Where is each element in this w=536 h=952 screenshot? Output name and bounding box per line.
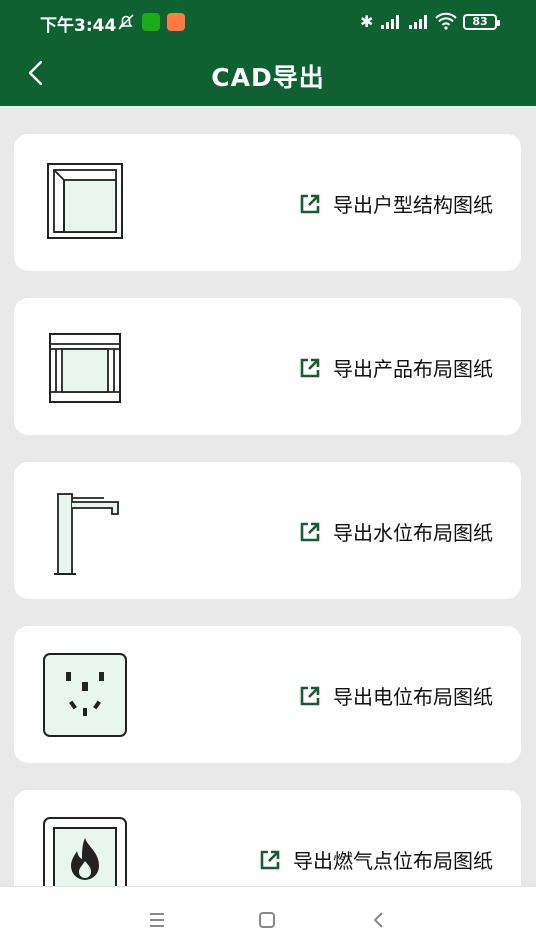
export-action[interactable]: 导出产品布局图纸 — [299, 353, 493, 382]
external-link-icon — [300, 358, 320, 377]
export-card-product[interactable]: 导出产品布局图纸 — [14, 298, 521, 435]
status-time: 下午3:44 — [40, 16, 117, 36]
signal-icon — [381, 15, 399, 29]
power-socket-icon — [43, 653, 127, 737]
export-card-water[interactable]: 导出水位布局图纸 — [14, 462, 521, 599]
app-header: CAD导出 — [0, 44, 536, 106]
export-label: 导出产品布局图纸 — [333, 357, 493, 381]
export-action[interactable]: 导出水位布局图纸 — [299, 517, 493, 546]
export-label: 导出户型结构图纸 — [333, 193, 493, 217]
app-notification-icon — [167, 13, 185, 31]
battery-icon: 83 — [463, 14, 500, 30]
export-card-gas[interactable]: 导出燃气点位布局图纸 — [14, 790, 521, 886]
faucet-icon — [54, 493, 119, 575]
system-navigation-bar — [0, 886, 536, 952]
export-action[interactable]: 导出电位布局图纸 — [299, 681, 493, 710]
bell-muted-icon — [118, 14, 134, 30]
export-card-electric[interactable]: 导出电位布局图纸 — [14, 626, 521, 763]
external-link-icon — [300, 194, 320, 213]
bluetooth-icon: ✱ — [360, 12, 374, 31]
cabinet-layout-icon — [49, 333, 121, 403]
page-title: CAD导出 — [211, 63, 325, 92]
menu-icon[interactable] — [144, 907, 170, 933]
floor-plan-structure-icon — [47, 163, 123, 239]
export-label: 导出水位布局图纸 — [333, 521, 493, 545]
external-link-icon — [300, 522, 320, 541]
export-action[interactable]: 导出燃气点位布局图纸 — [259, 845, 493, 874]
external-link-icon — [260, 850, 280, 869]
back-nav-icon[interactable] — [366, 907, 392, 933]
status-bar: 下午3:44 ✱ 83 — [0, 0, 536, 44]
wechat-icon — [142, 13, 160, 31]
home-icon[interactable] — [254, 907, 280, 933]
export-label: 导出电位布局图纸 — [333, 685, 493, 709]
gas-flame-icon — [43, 817, 127, 886]
export-list: 导出户型结构图纸 导出产品布局图纸 导出水位布局图纸 导出电位布局图纸 导出燃气… — [0, 106, 536, 886]
export-card-structure[interactable]: 导出户型结构图纸 — [14, 134, 521, 271]
signal-icon — [409, 15, 427, 29]
export-label: 导出燃气点位布局图纸 — [293, 849, 493, 873]
external-link-icon — [300, 686, 320, 705]
export-action[interactable]: 导出户型结构图纸 — [299, 189, 493, 218]
wifi-icon — [435, 12, 457, 30]
